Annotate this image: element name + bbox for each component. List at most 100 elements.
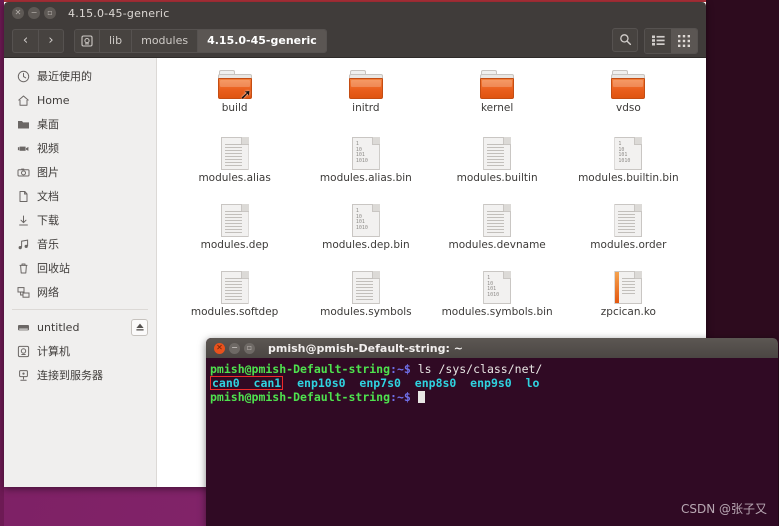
search-icon: [619, 34, 631, 46]
sidebar-label: 桌面: [37, 118, 59, 131]
text-file-icon: [220, 204, 249, 237]
terminal-command: ls /sys/class/net/: [410, 362, 543, 376]
breadcrumb-item-lib[interactable]: lib: [100, 29, 133, 52]
terminal-cursor: [417, 391, 425, 403]
file-item[interactable]: modules.symbols: [300, 267, 431, 328]
terminal-title: pmish@pmish-Default-string: ~: [268, 341, 463, 355]
sidebar-item-trash[interactable]: 回收站: [4, 256, 156, 280]
sidebar-item-network[interactable]: 网络: [4, 280, 156, 304]
camera-icon: [14, 166, 32, 179]
computer-icon: [14, 345, 32, 358]
sidebar-item-untitled[interactable]: untitled: [4, 315, 156, 339]
minimize-icon[interactable]: −: [229, 342, 240, 354]
back-button[interactable]: ‹: [12, 28, 38, 53]
file-item[interactable]: modules.builtin: [432, 133, 563, 194]
sidebar-item-recent[interactable]: 最近使用的: [4, 64, 156, 88]
file-item[interactable]: 1 10 101 1010 modules.dep.bin: [300, 200, 431, 261]
sidebar-divider: [12, 309, 148, 310]
text-file-icon: [220, 137, 249, 170]
file-item[interactable]: modules.alias: [169, 133, 300, 194]
terminal-titlebar: ✕ − ▫ pmish@pmish-Default-string: ~: [206, 338, 778, 358]
file-label: modules.order: [590, 239, 667, 251]
binary-file-icon: 1 10 101 1010: [351, 137, 380, 170]
folder-icon: [610, 70, 646, 100]
file-label: vdso: [615, 102, 641, 114]
home-icon: [14, 94, 32, 107]
file-manager-titlebar: ✕ − ▫ 4.15.0-45-generic: [4, 2, 706, 24]
file-label: kernel: [480, 102, 514, 114]
file-item[interactable]: 1 10 101 1010 modules.builtin.bin: [563, 133, 694, 194]
text-file-icon: [220, 271, 249, 304]
breadcrumb: lib modules 4.15.0-45-generic: [74, 28, 327, 53]
grid-view-button[interactable]: [671, 28, 697, 53]
music-icon: [14, 238, 32, 251]
sidebar-label: 图片: [37, 166, 59, 179]
maximize-icon[interactable]: ▫: [244, 342, 255, 354]
terminal-prompt-user: pmish@pmish-Default-string: [210, 390, 391, 404]
eject-button[interactable]: [131, 318, 148, 336]
file-item[interactable]: ➚ build: [169, 66, 300, 127]
file-item[interactable]: modules.dep: [169, 200, 300, 261]
sidebar-item-pictures[interactable]: 图片: [4, 160, 156, 184]
file-item[interactable]: initrd: [300, 66, 431, 127]
terminal-prompt-path: :~$: [390, 362, 411, 376]
close-icon[interactable]: ✕: [214, 342, 225, 354]
sidebar-item-home[interactable]: Home: [4, 88, 156, 112]
sidebar-label: Home: [37, 93, 70, 107]
file-item[interactable]: 1 10 101 1010 modules.symbols.bin: [432, 267, 563, 328]
breadcrumb-item-current[interactable]: 4.15.0-45-generic: [198, 29, 326, 52]
sidebar-item-computer[interactable]: 计算机: [4, 339, 156, 363]
breadcrumb-computer-icon[interactable]: [75, 29, 100, 52]
document-icon: [14, 190, 32, 203]
list-view-button[interactable]: [645, 28, 671, 53]
file-label: build: [221, 102, 248, 114]
folder-icon: [348, 70, 384, 100]
sidebar-label: untitled: [37, 320, 80, 334]
forward-button[interactable]: ›: [38, 28, 64, 53]
search-button[interactable]: [612, 27, 638, 52]
sidebar-label: 音乐: [37, 238, 59, 251]
maximize-icon[interactable]: ▫: [44, 7, 56, 19]
file-label: modules.dep.bin: [322, 239, 410, 251]
file-label: modules.symbols: [320, 306, 412, 318]
terminal-prompt-user: pmish@pmish-Default-string: [210, 362, 391, 376]
binary-file-icon: 1 10 101 1010: [483, 271, 512, 304]
minimize-icon[interactable]: −: [28, 7, 40, 19]
file-label: modules.alias.bin: [319, 172, 412, 184]
folder-icon: [14, 118, 32, 131]
binary-file-icon: 1 10 101 1010: [614, 137, 643, 170]
file-item[interactable]: 1 10 101 1010 modules.alias.bin: [300, 133, 431, 194]
file-item[interactable]: modules.devname: [432, 200, 563, 261]
view-mode-switcher: [644, 27, 698, 54]
kernel-module-file-icon: [614, 271, 643, 304]
file-label: modules.dep: [200, 239, 269, 251]
terminal-window: ✕ − ▫ pmish@pmish-Default-string: ~ pmis…: [206, 338, 778, 526]
terminal-line: can0 can1 enp10s0 enp7s0 enp8s0 enp9s0 l…: [210, 376, 776, 390]
file-label: modules.builtin: [456, 172, 538, 184]
list-view-icon: [651, 35, 665, 46]
sidebar: 最近使用的 Home 桌面 视频 图片 文档 下载 音乐 回收站 网络 unti…: [4, 58, 157, 487]
sidebar-item-desktop[interactable]: 桌面: [4, 112, 156, 136]
sidebar-item-videos[interactable]: 视频: [4, 136, 156, 160]
file-label: zpcican.ko: [600, 306, 656, 318]
terminal-prompt-path: :~$: [390, 390, 411, 404]
text-file-icon: [483, 137, 512, 170]
file-item[interactable]: vdso: [563, 66, 694, 127]
sidebar-item-documents[interactable]: 文档: [4, 184, 156, 208]
grid-view-icon: [678, 34, 690, 47]
file-item[interactable]: modules.order: [563, 200, 694, 261]
file-label: modules.softdep: [190, 306, 279, 318]
sidebar-item-downloads[interactable]: 下载: [4, 208, 156, 232]
file-item[interactable]: zpcican.ko: [563, 267, 694, 328]
server-icon: [14, 369, 32, 382]
drive-icon: [14, 321, 32, 334]
close-icon[interactable]: ✕: [12, 7, 24, 19]
file-item[interactable]: modules.softdep: [169, 267, 300, 328]
sidebar-item-connect-to-server[interactable]: 连接到服务器: [4, 363, 156, 387]
breadcrumb-item-modules[interactable]: modules: [132, 29, 199, 52]
terminal-output[interactable]: pmish@pmish-Default-string:~$ ls /sys/cl…: [206, 358, 778, 404]
sidebar-item-music[interactable]: 音乐: [4, 232, 156, 256]
file-item[interactable]: kernel: [432, 66, 563, 127]
terminal-command: [411, 390, 418, 404]
network-icon: [14, 286, 32, 299]
